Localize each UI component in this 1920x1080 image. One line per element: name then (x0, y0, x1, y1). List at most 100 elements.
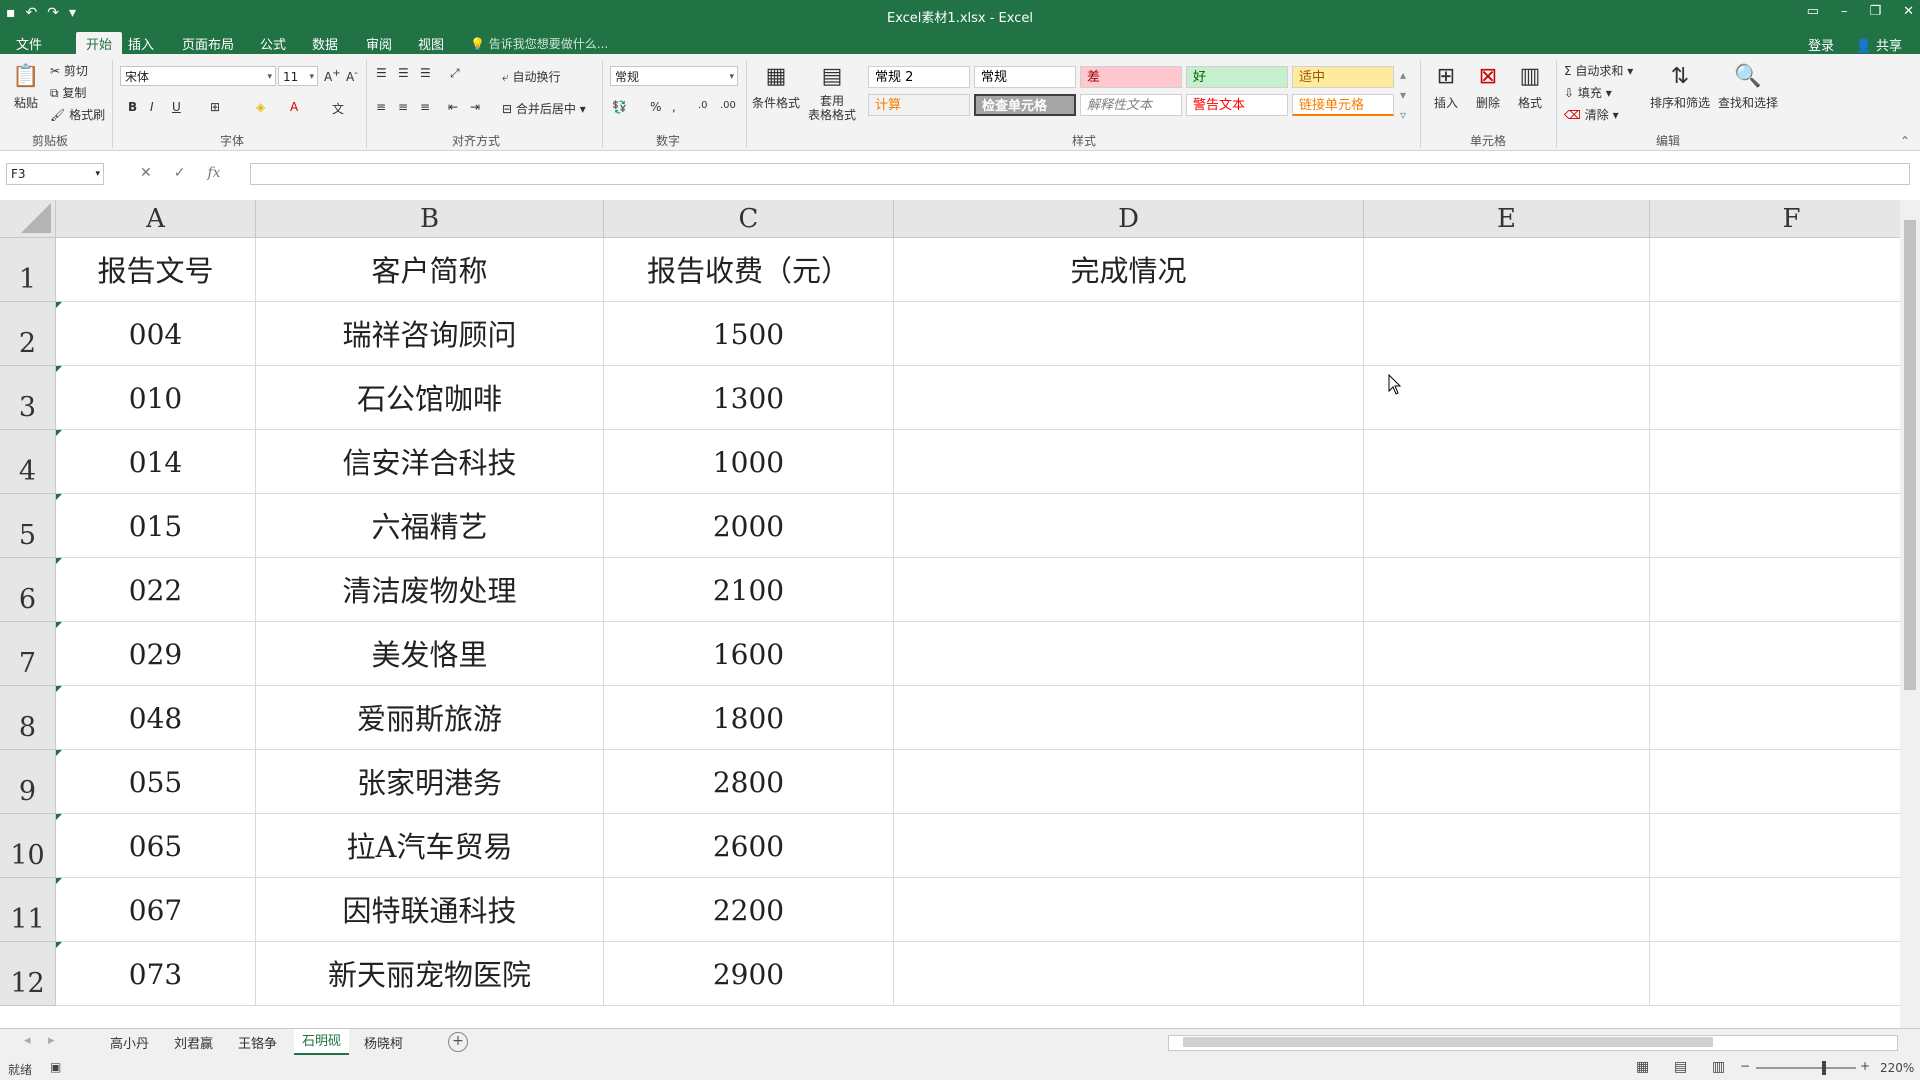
cell-style-option[interactable]: 链接单元格 (1292, 94, 1394, 116)
row-header[interactable]: 1 (0, 238, 56, 302)
table-cell[interactable] (894, 750, 1364, 814)
conditional-format-button[interactable]: ▦ 条件格式 (752, 62, 800, 111)
table-cell[interactable] (1650, 814, 1900, 878)
sheet-tab[interactable]: 刘君赢 (174, 1033, 213, 1052)
table-cell[interactable] (894, 302, 1364, 366)
font-size-combo[interactable]: 11 ▾ (278, 66, 318, 86)
table-cell[interactable]: 拉A汽车贸易 (256, 814, 604, 878)
table-cell[interactable]: 1600 (604, 622, 894, 686)
prev-sheet-icon[interactable]: ◂ (24, 1033, 31, 1048)
header-cell[interactable] (1650, 238, 1900, 302)
increase-decimal-icon[interactable]: .0 (698, 100, 708, 111)
cell-style-option[interactable]: 警告文本 (1186, 94, 1288, 116)
table-cell[interactable] (1650, 878, 1900, 942)
decrease-indent-icon[interactable]: ⇤ (448, 100, 458, 114)
format-as-table-button[interactable]: ▤ 套用 表格格式 (804, 62, 860, 122)
table-cell[interactable] (1364, 814, 1650, 878)
cell-style-option[interactable]: 适中 (1292, 66, 1394, 88)
insert-cells-button[interactable]: ⊞ 插入 (1428, 62, 1464, 111)
font-name-combo[interactable]: 宋体 ▾ (120, 66, 276, 86)
shrink-font-icon[interactable]: A- (346, 68, 358, 84)
table-cell[interactable]: 1500 (604, 302, 894, 366)
gallery-scroll-up-icon[interactable]: ▴ (1400, 68, 1406, 82)
cell-style-option[interactable]: 解释性文本 (1080, 94, 1182, 116)
header-cell[interactable]: 客户简称 (256, 238, 604, 302)
table-cell[interactable] (894, 366, 1364, 430)
tab-insert[interactable]: 插入 (128, 34, 154, 53)
table-cell[interactable] (1650, 942, 1900, 1006)
row-header[interactable]: 7 (0, 622, 56, 686)
number-format-combo[interactable]: 常规 ▾ (610, 66, 738, 86)
cell-style-option[interactable]: 常规 (974, 66, 1076, 88)
page-break-view-icon[interactable]: ▥ (1712, 1059, 1725, 1075)
cut-button[interactable]: ✂ 剪切 (50, 62, 88, 79)
row-header[interactable]: 11 (0, 878, 56, 942)
macro-record-icon[interactable]: ▣ (50, 1060, 61, 1074)
table-cell[interactable] (1364, 750, 1650, 814)
table-cell[interactable] (1650, 494, 1900, 558)
zoom-in-icon[interactable]: + (1860, 1059, 1870, 1073)
column-header-c[interactable]: C (604, 200, 894, 238)
clear-button[interactable]: ⌫ 清除 ▾ (1564, 106, 1619, 123)
collapse-ribbon-icon[interactable]: ⌃ (1900, 134, 1910, 148)
table-cell[interactable] (894, 942, 1364, 1006)
normal-view-icon[interactable]: ▦ (1636, 1059, 1649, 1075)
header-cell[interactable]: 报告文号 (56, 238, 256, 302)
zoom-out-icon[interactable]: − (1740, 1059, 1750, 1073)
underline-icon[interactable]: U (172, 100, 181, 114)
table-cell[interactable] (894, 814, 1364, 878)
table-cell[interactable]: 065 (56, 814, 256, 878)
table-cell[interactable]: 美发恪里 (256, 622, 604, 686)
table-cell[interactable]: 004 (56, 302, 256, 366)
table-cell[interactable] (1364, 942, 1650, 1006)
zoom-slider-thumb[interactable] (1822, 1061, 1826, 1075)
column-header-d[interactable]: D (894, 200, 1364, 238)
header-cell[interactable] (1364, 238, 1650, 302)
zoom-level[interactable]: 220% (1880, 1061, 1914, 1075)
align-middle-icon[interactable]: ☰ (398, 66, 409, 80)
table-cell[interactable]: 清洁废物处理 (256, 558, 604, 622)
tell-me-box[interactable]: 💡 告诉我您想要做什么... (470, 35, 608, 52)
table-cell[interactable] (1364, 430, 1650, 494)
format-painter-button[interactable]: 🖌 格式刷 (50, 106, 105, 123)
sort-filter-button[interactable]: ⇅ 排序和筛选 (1648, 62, 1712, 111)
cell-style-option[interactable]: 常规 2 (868, 66, 970, 88)
sheet-tab[interactable]: 王铬争 (238, 1033, 277, 1052)
table-cell[interactable]: 2100 (604, 558, 894, 622)
table-cell[interactable] (1364, 494, 1650, 558)
column-header-b[interactable]: B (256, 200, 604, 238)
zoom-slider[interactable] (1756, 1061, 1856, 1075)
enter-icon[interactable]: ✓ (174, 165, 186, 181)
table-cell[interactable]: 信安洋合科技 (256, 430, 604, 494)
currency-icon[interactable]: 💱 (612, 100, 627, 114)
table-cell[interactable] (1364, 366, 1650, 430)
table-cell[interactable] (1364, 302, 1650, 366)
table-cell[interactable]: 010 (56, 366, 256, 430)
function-icon[interactable]: fx (207, 165, 220, 181)
sheet-tab[interactable]: 高小丹 (110, 1033, 149, 1052)
page-layout-view-icon[interactable]: ▤ (1674, 1059, 1687, 1075)
row-header[interactable]: 9 (0, 750, 56, 814)
column-header-a[interactable]: A (56, 200, 256, 238)
borders-icon[interactable]: ⊞ (210, 100, 220, 114)
row-header[interactable]: 3 (0, 366, 56, 430)
italic-icon[interactable]: I (150, 100, 154, 114)
cell-style-option[interactable]: 检查单元格 (974, 94, 1076, 116)
table-cell[interactable]: 073 (56, 942, 256, 1006)
table-cell[interactable] (1650, 302, 1900, 366)
restore-icon[interactable]: ❐ (1869, 4, 1881, 19)
bold-icon[interactable]: B (128, 100, 137, 114)
vertical-scroll-thumb[interactable] (1904, 220, 1916, 690)
table-cell[interactable] (1650, 686, 1900, 750)
cell-style-option[interactable]: 计算 (868, 94, 970, 116)
ribbon-display-icon[interactable]: ▭ (1807, 4, 1819, 19)
table-cell[interactable] (894, 430, 1364, 494)
row-header[interactable]: 6 (0, 558, 56, 622)
table-cell[interactable]: 022 (56, 558, 256, 622)
table-cell[interactable]: 石公馆咖啡 (256, 366, 604, 430)
increase-indent-icon[interactable]: ⇥ (470, 100, 480, 114)
align-top-icon[interactable]: ☰ (376, 66, 387, 80)
table-cell[interactable]: 029 (56, 622, 256, 686)
row-header[interactable]: 10 (0, 814, 56, 878)
table-cell[interactable]: 因特联通科技 (256, 878, 604, 942)
